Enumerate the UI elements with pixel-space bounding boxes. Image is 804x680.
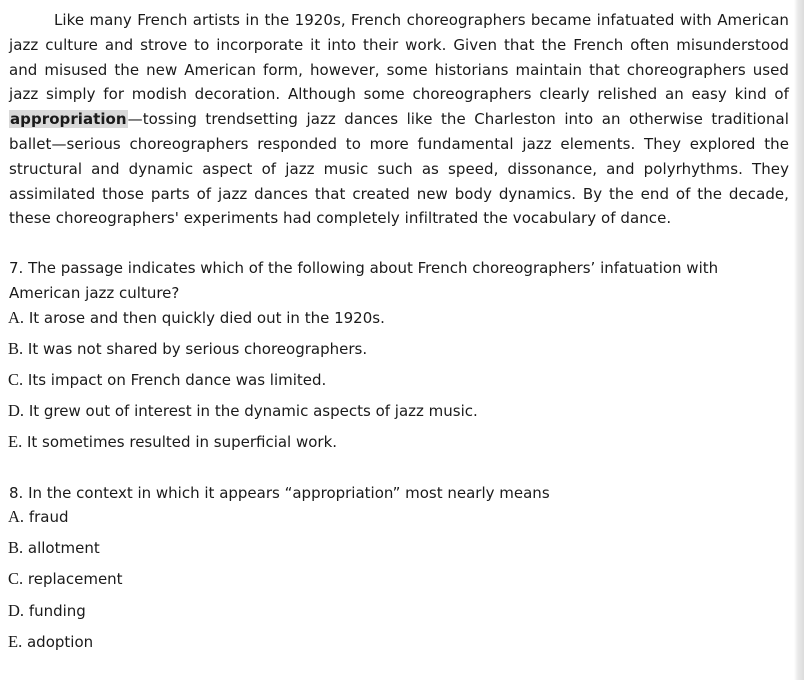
choice-text: replacement — [23, 570, 123, 588]
q7-choice-b[interactable]: B. It was not shared by serious choreogr… — [8, 338, 367, 360]
choice-letter: E. — [8, 432, 23, 451]
choice-text: fraud — [24, 508, 69, 526]
choice-letter: E. — [8, 632, 23, 651]
window-scroll-edge — [794, 0, 804, 680]
q8-choice-e[interactable]: E. adoption — [8, 631, 93, 653]
question-7-stem: 7. The passage indicates which of the fo… — [9, 259, 719, 302]
choice-text: It sometimes resulted in superficial wor… — [22, 433, 338, 451]
choice-text: allotment — [23, 539, 100, 557]
choice-text: It was not shared by serious choreograph… — [23, 340, 368, 358]
q8-choice-b[interactable]: B. allotment — [8, 537, 100, 559]
reading-passage: Like many French artists in the 1920s, F… — [9, 8, 789, 231]
question-8-stem: 8. In the context in which it appears “a… — [9, 484, 550, 502]
choice-text: It arose and then quickly died out in th… — [24, 309, 385, 327]
choice-letter: C. — [8, 370, 24, 389]
q7-choice-e[interactable]: E. It sometimes resulted in superficial … — [8, 431, 337, 453]
highlighted-term: appropriation — [9, 110, 128, 129]
q8-choice-d[interactable]: D. funding — [8, 600, 86, 622]
choice-letter: A. — [8, 308, 25, 327]
choice-letter: C. — [8, 569, 24, 588]
q7-choice-d[interactable]: D. It grew out of interest in the dynami… — [8, 400, 478, 422]
q7-choice-c[interactable]: C. Its impact on French dance was limite… — [8, 369, 326, 391]
passage-text-before: Like many French artists in the 1920s, F… — [9, 11, 789, 104]
q8-choice-a[interactable]: A. fraud — [8, 506, 68, 528]
choice-text: It grew out of interest in the dynamic a… — [24, 402, 478, 420]
choice-letter: D. — [8, 401, 25, 420]
choice-letter: B. — [8, 538, 24, 557]
choice-text: funding — [24, 602, 86, 620]
choice-letter: B. — [8, 339, 24, 358]
choice-letter: D. — [8, 601, 25, 620]
choice-text: Its impact on French dance was limited. — [23, 371, 327, 389]
q8-choice-c[interactable]: C. replacement — [8, 568, 123, 590]
q7-choice-a[interactable]: A. It arose and then quickly died out in… — [8, 307, 385, 329]
choice-text: adoption — [22, 633, 94, 651]
choice-letter: A. — [8, 507, 25, 526]
